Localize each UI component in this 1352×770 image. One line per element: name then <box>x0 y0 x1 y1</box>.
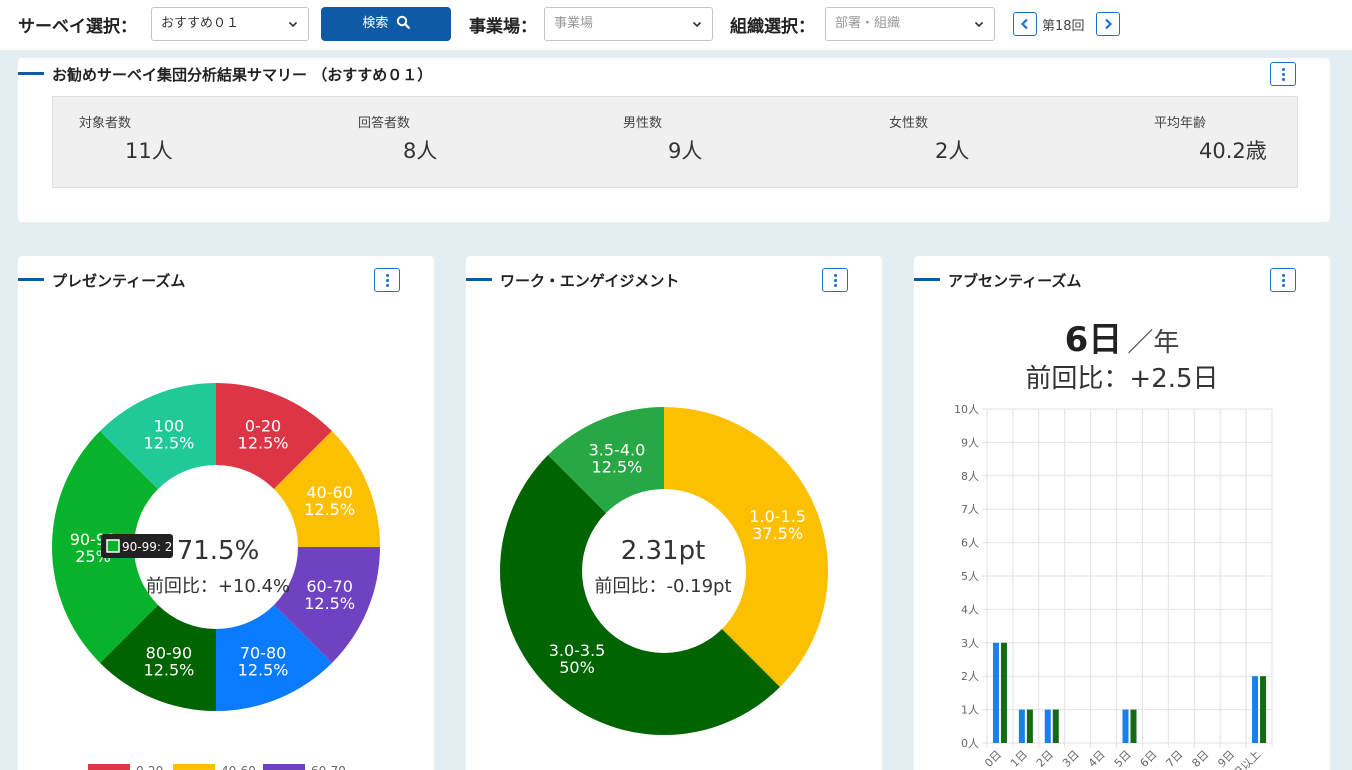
presenteeism-center-diff: 前回比：+10.4% <box>146 576 290 597</box>
stat-value-female: 2人 <box>935 139 970 163</box>
stat-value-respondents: 8人 <box>403 139 438 163</box>
y-tick-label: 8人 <box>961 470 979 483</box>
x-tick-label: 1日 <box>1008 748 1030 770</box>
search-icon <box>396 15 410 29</box>
legend-swatch[interactable] <box>173 764 215 770</box>
y-tick-label: 6人 <box>961 537 979 550</box>
legend-swatch[interactable] <box>88 764 130 770</box>
org-select[interactable]: 部署・組織 <box>825 7 995 41</box>
presenteeism-slice-percent: 12.5% <box>238 661 289 680</box>
engagement-card: ワーク・エンゲイジメント 1.0-1.5 37.5% 3.0-3.5 50% 3.5-4… <box>466 256 882 770</box>
next-round-button[interactable] <box>1096 12 1120 36</box>
chevron-down-icon <box>974 21 984 28</box>
bar[interactable] <box>1018 709 1025 743</box>
search-button-label: 検索 <box>362 16 389 31</box>
site-select-placeholder: 事業場 <box>554 16 594 31</box>
bar[interactable] <box>1000 642 1007 743</box>
summary-card: お勧めサーベイ集団分析結果サマリー （おすすめ０１） 対象者数 11人 回答者数… <box>18 58 1330 222</box>
stat-label-target: 対象者数 <box>79 116 132 131</box>
x-tick-label: 7日 <box>1164 748 1186 770</box>
engagement-center-value: 2.31pt <box>621 536 706 566</box>
legend-swatch[interactable] <box>263 764 305 770</box>
site-select[interactable]: 事業場 <box>544 7 713 41</box>
site-select-label: 事業場： <box>469 17 537 37</box>
chart-tooltip: 90-99: 2 <box>101 534 173 558</box>
chevron-down-icon <box>288 21 298 28</box>
presenteeism-slice-percent: 12.5% <box>304 500 355 519</box>
engagement-slice-percent: 50% <box>559 658 595 677</box>
legend-label: 40-60 <box>221 764 256 770</box>
tooltip-swatch <box>106 539 120 553</box>
summary-stats: 対象者数 11人 回答者数 8人 男性数 9人 女性数 2人 平均年齢 40.2… <box>52 96 1298 188</box>
org-select-label: 組織選択： <box>730 17 815 37</box>
engagement-center-diff: 前回比：-0.19pt <box>594 576 731 597</box>
bar[interactable] <box>1130 709 1137 743</box>
stat-value-male: 9人 <box>668 139 703 163</box>
chevron-down-icon <box>692 21 702 28</box>
x-tick-label: 5日 <box>1112 748 1134 770</box>
x-tick-label: 4日 <box>1086 748 1108 770</box>
bar[interactable] <box>1122 709 1129 743</box>
stat-label-female: 女性数 <box>889 116 929 131</box>
stat-label-respondents: 回答者数 <box>358 116 411 131</box>
survey-select-value: おすすめ０１ <box>161 16 240 31</box>
presenteeism-slice-percent: 12.5% <box>238 433 289 452</box>
previous-round-button[interactable] <box>1013 12 1037 36</box>
presenteeism-donut-chart: 0-2012.5%40-6012.5%60-7012.5%70-8012.5%8… <box>51 383 380 770</box>
y-tick-label: 5人 <box>961 570 979 583</box>
presenteeism-slice-percent: 12.5% <box>144 433 195 452</box>
x-tick-label: 3日 <box>1060 748 1082 770</box>
x-tick-label: 8日 <box>1189 748 1211 770</box>
y-tick-label: 9人 <box>961 436 979 449</box>
engagement-donut-chart: 1.0-1.537.5%3.0-3.550%3.5-4.012.5% 2.31p… <box>500 407 828 735</box>
filter-bar: サーベイ選択： おすすめ０１ 検索 事業場： 事業場 組織選択： 部署・組織 第… <box>0 0 1352 50</box>
engagement-slice-percent: 12.5% <box>592 457 643 476</box>
legend-label: 60-70 <box>311 764 346 770</box>
bar[interactable] <box>992 642 999 743</box>
bar[interactable] <box>1252 676 1259 743</box>
presenteeism-slice-percent: 12.5% <box>144 661 195 680</box>
bar[interactable] <box>1026 709 1033 743</box>
y-tick-label: 7人 <box>961 503 979 516</box>
title-accent <box>18 72 44 75</box>
stat-label-male: 男性数 <box>623 116 663 131</box>
absenteeism-card: アブセンティーズム 6日 ／年 前回比：+2.5日 0人 1人 2人 3人 4人 5人 6人… <box>914 256 1330 770</box>
bar[interactable] <box>1044 709 1051 743</box>
org-select-placeholder: 部署・組織 <box>835 16 901 31</box>
bar[interactable] <box>1052 709 1059 743</box>
stat-value-avg-age: 40.2歳 <box>1199 139 1267 163</box>
presenteeism-center-value: 71.5% <box>177 536 260 566</box>
x-tick-label: 6日 <box>1138 748 1160 770</box>
y-tick-label: 1人 <box>961 704 979 717</box>
y-tick-label: 10人 <box>954 403 979 416</box>
x-tick-label: 2日 <box>1034 748 1056 770</box>
chevron-right-icon <box>1105 18 1113 30</box>
legend-label: 0-20 <box>136 764 163 770</box>
y-tick-label: 3人 <box>961 637 979 650</box>
y-tick-label: 4人 <box>961 603 979 616</box>
survey-select-label: サーベイ選択： <box>18 17 137 37</box>
stat-label-avg-age: 平均年齢 <box>1154 116 1207 131</box>
stat-value-target: 11人 <box>125 139 173 163</box>
bar[interactable] <box>1260 676 1267 743</box>
summary-menu-button[interactable] <box>1270 62 1296 86</box>
absenteeism-bar-chart: 0人 1人 2人 3人 4人 5人 6人 7人 8人 9人 10人 0日 1日 2日 3日 4日 5日 6日 7日 8… <box>954 403 1273 770</box>
x-tick-label: 0日 <box>982 748 1004 770</box>
tooltip-text: 90-99: 2 <box>122 540 172 554</box>
engagement-slice-percent: 37.5% <box>752 524 803 543</box>
summary-title: お勧めサーベイ集団分析結果サマリー （おすすめ０１） <box>52 66 433 84</box>
y-tick-label: 2人 <box>961 670 979 683</box>
y-tick-label: 0人 <box>961 737 979 750</box>
chevron-left-icon <box>1020 18 1028 30</box>
presenteeism-card: プレゼンティーズム 0-20 12.5% 40-60 12.5% 60-70 12.5% 7… <box>18 256 434 770</box>
presenteeism-slice-percent: 12.5% <box>304 594 355 613</box>
survey-select[interactable]: おすすめ０１ <box>151 7 309 41</box>
search-button[interactable]: 検索 <box>321 7 451 41</box>
round-label: 第18回 <box>1042 19 1085 34</box>
